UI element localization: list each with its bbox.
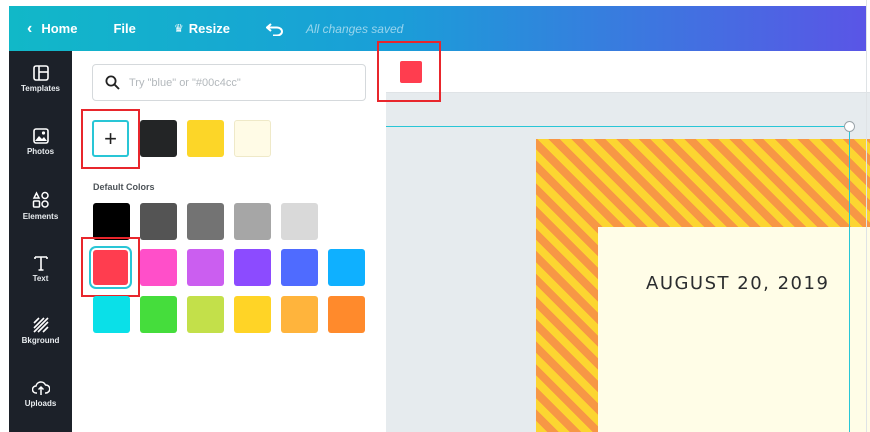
color-search-box <box>92 64 366 101</box>
editor-toolbar <box>386 51 870 93</box>
sidebar-item-label: Elements <box>22 212 59 221</box>
elements-icon <box>32 191 49 208</box>
undo-button[interactable] <box>265 22 284 36</box>
sidebar-item-uploads[interactable]: Uploads <box>9 380 72 408</box>
photos-icon <box>32 128 49 144</box>
resize-label: Resize <box>188 21 230 36</box>
sidebar-item-label: Uploads <box>24 399 57 408</box>
sidebar-item-label: Bkground <box>21 336 60 345</box>
default-color-swatch[interactable] <box>328 249 365 286</box>
document-color-swatch[interactable] <box>187 120 224 157</box>
document-color-swatch[interactable] <box>140 120 177 157</box>
default-color-swatch[interactable] <box>140 296 177 333</box>
default-color-swatch[interactable] <box>187 296 224 333</box>
home-button[interactable]: ‹ Home <box>27 20 77 38</box>
default-color-swatch[interactable] <box>140 249 177 286</box>
crown-icon: ♛ <box>173 23 184 35</box>
design-inner-panel: AUGUST 20, 2019 <box>598 227 870 432</box>
add-color-button[interactable]: + <box>92 120 129 157</box>
left-sidebar: Templates Photos Elements Text Bkground <box>9 51 72 432</box>
sidebar-item-label: Templates <box>21 84 60 93</box>
divider <box>866 0 867 432</box>
plus-icon: + <box>104 125 117 151</box>
sidebar-item-elements[interactable]: Elements <box>9 191 72 221</box>
document-color-swatch[interactable] <box>234 120 271 157</box>
sidebar-item-text[interactable]: Text <box>9 255 72 283</box>
default-color-swatch[interactable] <box>328 296 365 333</box>
default-color-swatch[interactable] <box>234 296 271 333</box>
default-color-swatch[interactable] <box>140 203 177 240</box>
home-label: Home <box>41 21 78 36</box>
resize-button[interactable]: ♛ Resize <box>174 21 230 36</box>
selection-border-top <box>386 126 850 127</box>
highlight-box <box>377 41 441 102</box>
uploads-icon <box>31 381 50 395</box>
sidebar-item-label: Photos <box>26 147 55 156</box>
file-label: File <box>113 21 136 36</box>
background-icon <box>32 317 49 333</box>
sidebar-item-label: Text <box>32 274 49 283</box>
sidebar-item-background[interactable]: Bkground <box>9 317 72 345</box>
sidebar-item-templates[interactable]: Templates <box>9 65 72 93</box>
chevron-left-icon: ‹ <box>27 19 33 37</box>
default-color-swatch[interactable] <box>187 203 224 240</box>
color-search-input[interactable] <box>129 76 349 89</box>
canvas-area: AUGUST 20, 2019 <box>386 51 870 432</box>
default-color-swatch[interactable] <box>93 296 130 333</box>
default-color-swatch[interactable] <box>93 203 130 240</box>
date-text-element[interactable]: AUGUST 20, 2019 <box>646 273 829 294</box>
default-color-swatch[interactable] <box>234 249 271 286</box>
color-panel: + Default Colors <box>72 51 386 432</box>
default-color-swatch[interactable] <box>281 249 318 286</box>
design-page[interactable]: AUGUST 20, 2019 <box>536 139 870 432</box>
search-icon <box>105 75 120 90</box>
file-menu-button[interactable]: File <box>113 21 135 36</box>
default-color-swatch[interactable] <box>234 203 271 240</box>
text-icon <box>33 256 48 271</box>
selection-border-right <box>849 126 850 432</box>
default-color-swatch-selected[interactable] <box>93 250 128 285</box>
default-color-swatch[interactable] <box>187 249 224 286</box>
default-color-swatch[interactable] <box>281 296 318 333</box>
templates-icon <box>32 65 49 81</box>
sidebar-item-photos[interactable]: Photos <box>9 128 72 156</box>
resize-handle[interactable] <box>844 121 855 132</box>
default-colors-heading: Default Colors <box>93 182 155 192</box>
undo-icon <box>265 22 283 36</box>
default-color-swatch[interactable] <box>281 203 318 240</box>
save-status: All changes saved <box>305 21 404 36</box>
